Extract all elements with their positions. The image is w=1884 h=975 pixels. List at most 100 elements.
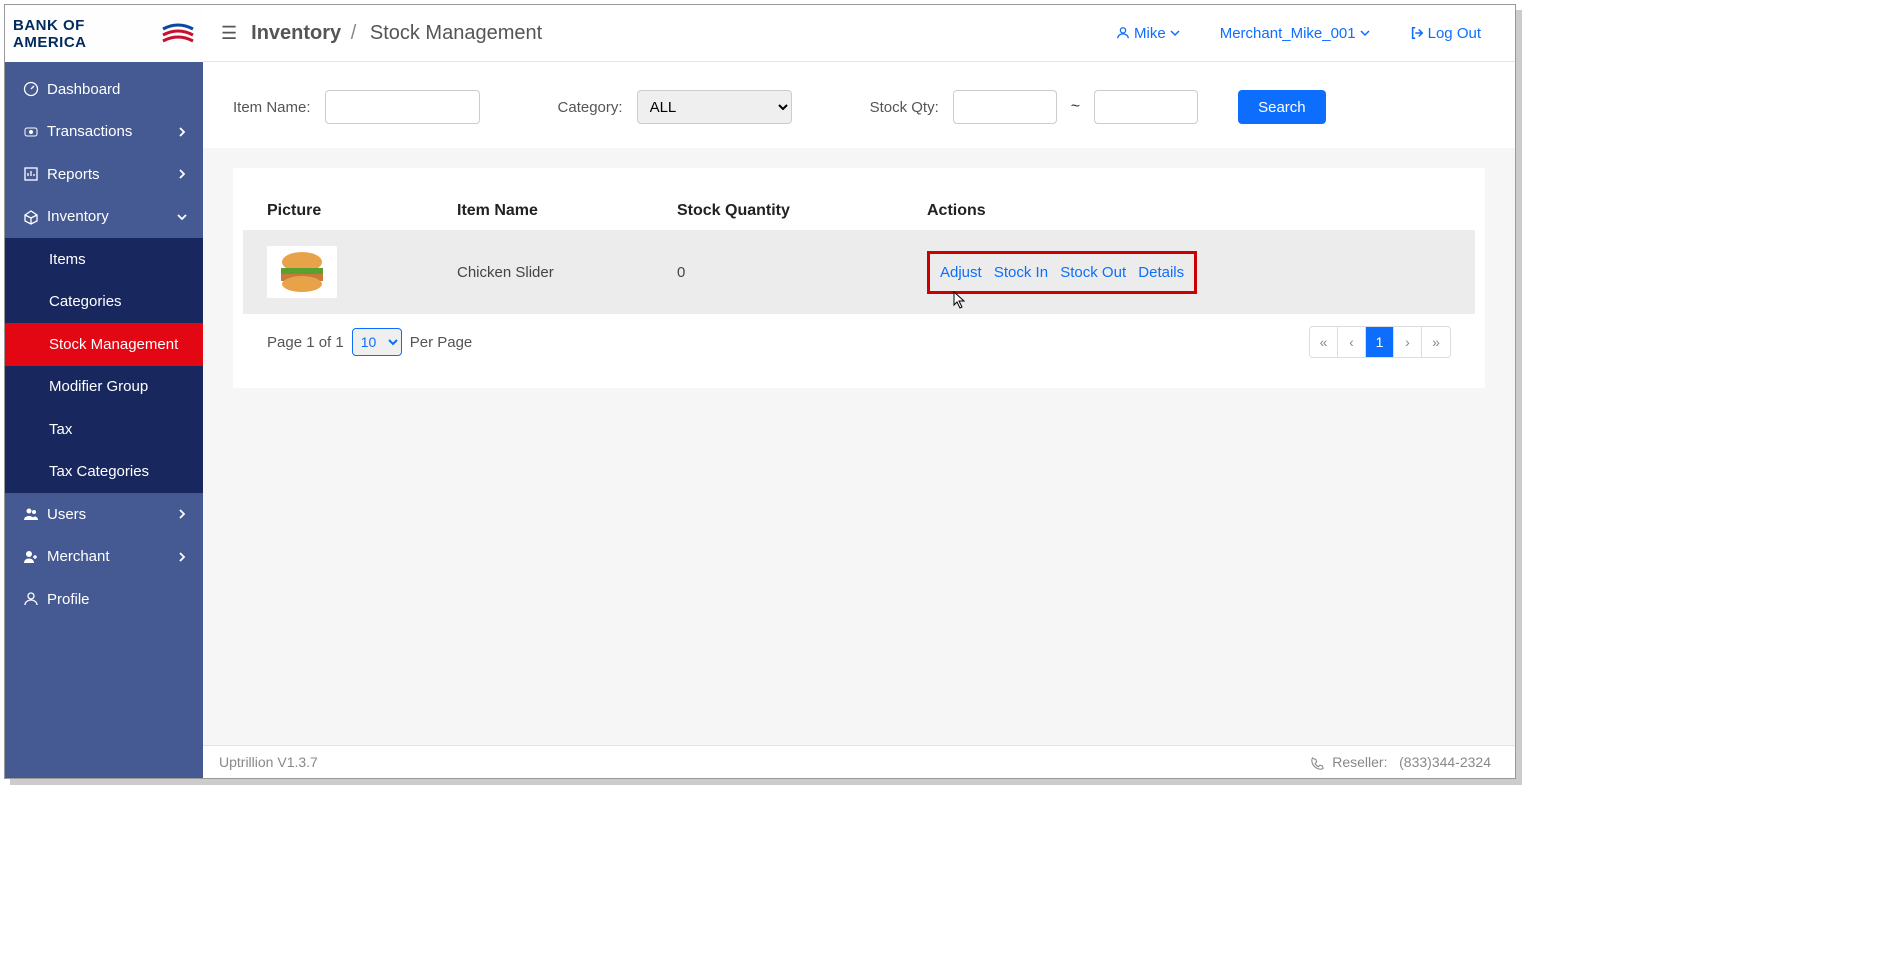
filter-bar: Item Name: Category: ALL Stock Qty: ~ Se… — [203, 62, 1515, 148]
reseller-label: Reseller: — [1332, 754, 1387, 770]
stock-qty-max-input[interactable] — [1094, 90, 1198, 124]
chevron-down-icon — [1170, 28, 1180, 38]
stock-out-link[interactable]: Stock Out — [1060, 264, 1126, 281]
chevron-right-icon — [177, 552, 187, 562]
logout-button[interactable]: Log Out — [1410, 25, 1481, 42]
sidebar-item-users[interactable]: Users — [5, 493, 203, 536]
sidebar-item-label: Merchant — [47, 548, 110, 565]
chevron-down-icon — [1360, 28, 1370, 38]
stock-qty-min-input[interactable] — [953, 90, 1057, 124]
sidebar-item-transactions[interactable]: Transactions — [5, 111, 203, 154]
col-picture: Picture — [243, 192, 433, 230]
breadcrumb-root: Inventory — [251, 22, 341, 44]
search-button[interactable]: Search — [1238, 90, 1326, 124]
sidebar-item-categories[interactable]: Categories — [5, 281, 203, 324]
gauge-icon — [23, 81, 47, 97]
user-name: Mike — [1134, 25, 1166, 42]
category-select[interactable]: ALL — [637, 90, 792, 124]
logout-icon — [1410, 26, 1424, 40]
logout-label: Log Out — [1428, 25, 1481, 42]
merchant-icon — [23, 549, 47, 565]
sidebar-item-label: Modifier Group — [49, 378, 148, 395]
pagination-row: Page 1 of 1 10 Per Page « ‹ 1 › » — [243, 314, 1475, 358]
page-prev[interactable]: ‹ — [1338, 327, 1366, 357]
table-row: Chicken Slider 0 Adjust Stock In Stock O… — [243, 230, 1475, 314]
sidebar-item-label: Reports — [47, 166, 100, 183]
item-name-input[interactable] — [325, 90, 480, 124]
details-link[interactable]: Details — [1138, 264, 1184, 281]
cell-stock-qty: 0 — [653, 230, 903, 314]
stock-table: Picture Item Name Stock Quantity Actions — [243, 192, 1475, 314]
range-separator: ~ — [1071, 98, 1080, 116]
nav: Dashboard Transactions Reports — [5, 62, 203, 778]
chevron-down-icon — [177, 212, 187, 222]
stock-qty-label: Stock Qty: — [870, 99, 939, 116]
user-menu[interactable]: Mike — [1116, 25, 1180, 42]
sidebar-item-dashboard[interactable]: Dashboard — [5, 68, 203, 111]
breadcrumb-separator: / — [347, 22, 361, 44]
page-first[interactable]: « — [1310, 327, 1338, 357]
phone-icon — [1311, 757, 1324, 770]
report-icon — [23, 166, 47, 182]
merchant-name: Merchant_Mike_001 — [1220, 25, 1356, 42]
users-icon — [23, 506, 47, 522]
sidebar-item-tax[interactable]: Tax — [5, 408, 203, 451]
profile-icon — [23, 591, 47, 607]
sidebar-item-label: Transactions — [47, 123, 132, 140]
chevron-right-icon — [177, 509, 187, 519]
brand-logo: BANK OF AMERICA — [5, 5, 203, 62]
page-next[interactable]: › — [1394, 327, 1422, 357]
sidebar-item-inventory[interactable]: Inventory — [5, 196, 203, 239]
category-label: Category: — [558, 99, 623, 116]
sidebar-item-label: Dashboard — [47, 81, 120, 98]
sidebar: BANK OF AMERICA Dashboard Tran — [5, 5, 203, 778]
pager: « ‹ 1 › » — [1309, 326, 1451, 358]
stock-in-link[interactable]: Stock In — [994, 264, 1048, 281]
sidebar-item-modifier-group[interactable]: Modifier Group — [5, 366, 203, 409]
col-item-name: Item Name — [433, 192, 653, 230]
sidebar-item-profile[interactable]: Profile — [5, 578, 203, 621]
version-label: Uptrillion V1.3.7 — [219, 754, 318, 770]
per-page-label: Per Page — [410, 334, 473, 351]
col-stock-qty: Stock Quantity — [653, 192, 903, 230]
user-icon — [1116, 26, 1130, 40]
sidebar-item-stock-management[interactable]: Stock Management — [5, 323, 203, 366]
col-actions: Actions — [903, 192, 1475, 230]
sidebar-item-items[interactable]: Items — [5, 238, 203, 281]
sidebar-item-merchant[interactable]: Merchant — [5, 536, 203, 579]
main: ☰ Inventory / Stock Management Mike Me — [203, 5, 1515, 778]
adjust-link[interactable]: Adjust — [940, 264, 982, 281]
sidebar-item-label: Items — [49, 251, 86, 268]
footer: Uptrillion V1.3.7 Reseller: (833)344-232… — [203, 745, 1515, 778]
sidebar-item-label: Tax — [49, 421, 72, 438]
sidebar-item-label: Users — [47, 506, 86, 523]
item-thumbnail — [267, 246, 337, 298]
sidebar-item-label: Profile — [47, 591, 90, 608]
sidebar-item-label: Categories — [49, 293, 122, 310]
merchant-menu[interactable]: Merchant_Mike_001 — [1220, 25, 1370, 42]
chevron-right-icon — [177, 127, 187, 137]
page-last[interactable]: » — [1422, 327, 1450, 357]
page-info: Page 1 of 1 — [267, 334, 344, 351]
brand-flag-icon — [161, 23, 195, 45]
sidebar-item-label: Inventory — [47, 208, 109, 225]
reseller-phone: (833)344-2324 — [1399, 754, 1491, 770]
cell-item-name: Chicken Slider — [433, 230, 653, 314]
sidebar-item-tax-categories[interactable]: Tax Categories — [5, 451, 203, 494]
sidebar-item-label: Stock Management — [49, 336, 178, 353]
chevron-right-icon — [177, 169, 187, 179]
box-icon — [23, 209, 47, 225]
item-name-label: Item Name: — [233, 99, 311, 116]
menu-toggle-icon[interactable]: ☰ — [213, 23, 245, 44]
per-page-select[interactable]: 10 — [352, 328, 402, 356]
results-card: Picture Item Name Stock Quantity Actions — [233, 168, 1485, 388]
page-current[interactable]: 1 — [1366, 327, 1394, 357]
breadcrumb-current: Stock Management — [370, 22, 542, 44]
actions-highlight: Adjust Stock In Stock Out Details — [927, 251, 1197, 294]
breadcrumb: Inventory / Stock Management — [251, 22, 542, 45]
sidebar-item-label: Tax Categories — [49, 463, 149, 480]
topbar: ☰ Inventory / Stock Management Mike Me — [203, 5, 1515, 62]
sidebar-item-reports[interactable]: Reports — [5, 153, 203, 196]
money-icon — [23, 124, 47, 140]
brand-text: BANK OF AMERICA — [13, 17, 155, 51]
